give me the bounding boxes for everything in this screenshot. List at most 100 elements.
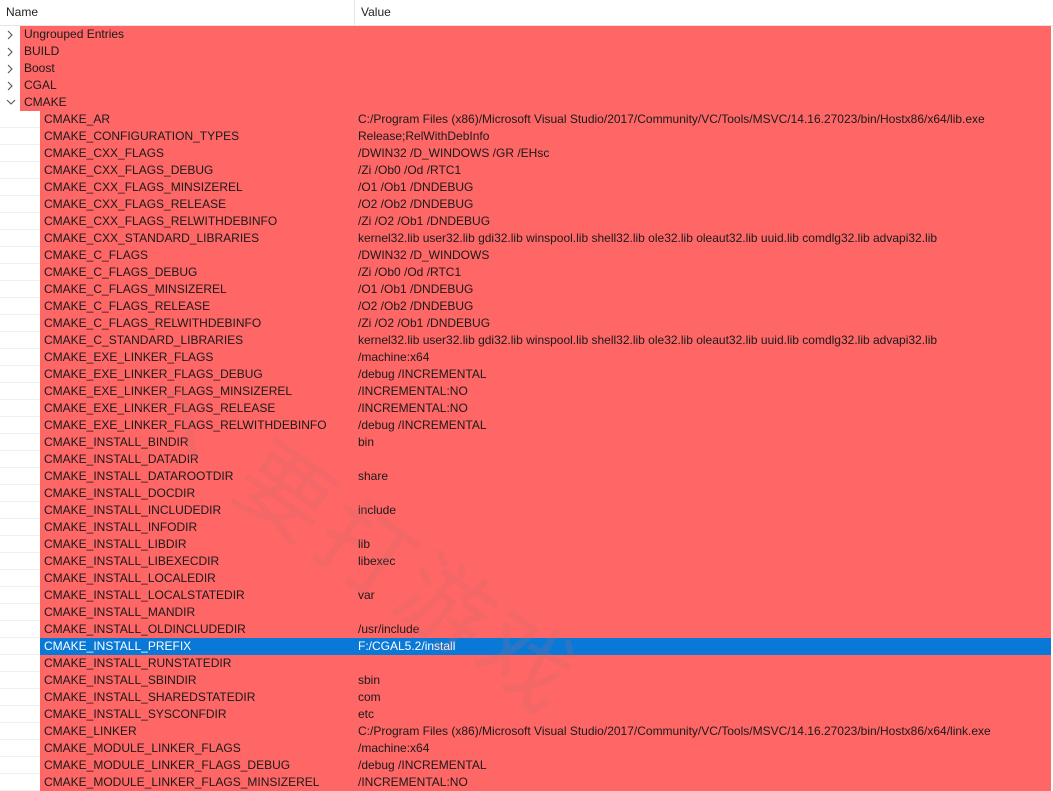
tree-entry-row[interactable]: CMAKE_C_FLAGS/DWIN32 /D_WINDOWS (0, 247, 1053, 264)
chevron-right-icon[interactable] (6, 43, 16, 60)
group-label: CMAKE (24, 95, 67, 109)
tree-entry-row[interactable]: CMAKE_CXX_FLAGS_RELWITHDEBINFO/Zi /O2 /O… (0, 213, 1053, 230)
entry-value[interactable]: /debug /INCREMENTAL (358, 366, 487, 383)
row-indent (0, 196, 40, 213)
entry-value[interactable]: /O1 /Ob1 /DNDEBUG (358, 179, 473, 196)
entry-value[interactable]: /O1 /Ob1 /DNDEBUG (358, 281, 473, 298)
entry-value[interactable]: /DWIN32 /D_WINDOWS /GR /EHsc (358, 145, 549, 162)
entry-value[interactable]: Release;RelWithDebInfo (358, 128, 489, 145)
tree-entry-row[interactable]: CMAKE_C_STANDARD_LIBRARIES kernel32.lib u… (0, 332, 1053, 349)
entry-value[interactable]: bin (358, 434, 374, 451)
tree-entry-row[interactable]: CMAKE_INSTALL_SHAREDSTATEDIR com (0, 689, 1053, 706)
row-indent (0, 553, 40, 570)
entry-value[interactable]: /INCREMENTAL:NO (358, 400, 468, 417)
tree-entry-row[interactable]: CMAKE_CXX_FLAGS_DEBUG/Zi /Ob0 /Od /RTC1 (0, 162, 1053, 179)
entry-value[interactable]: F:/CGAL5.2/install (358, 638, 455, 655)
entry-value[interactable]: /Zi /Ob0 /Od /RTC1 (358, 264, 461, 281)
entry-value[interactable]: /machine:x64 (358, 740, 429, 757)
tree-entry-row[interactable]: CMAKE_CXX_FLAGS_MINSIZEREL/O1 /Ob1 /DNDE… (0, 179, 1053, 196)
row-highlight (40, 536, 1051, 553)
entry-value[interactable]: /debug /INCREMENTAL (358, 757, 487, 774)
tree-entry-row[interactable]: CMAKE_INSTALL_DATAROOTDIR share (0, 468, 1053, 485)
entry-value[interactable]: com (358, 689, 381, 706)
tree-entry-row[interactable]: CMAKE_INSTALL_LOCALSTATEDIR var (0, 587, 1053, 604)
entry-value[interactable]: kernel32.lib user32.lib gdi32.lib winspo… (358, 332, 937, 349)
chevron-right-icon[interactable] (6, 26, 16, 43)
entry-value[interactable]: include (358, 502, 396, 519)
entry-name: CMAKE_INSTALL_BINDIR (44, 435, 189, 449)
entry-value[interactable]: C:/Program Files (x86)/Microsoft Visual … (358, 111, 985, 128)
chevron-right-icon[interactable] (6, 77, 16, 94)
entry-value[interactable]: kernel32.lib user32.lib gdi32.lib winspo… (358, 230, 937, 247)
tree-entry-row[interactable]: CMAKE_EXE_LINKER_FLAGS_RELEASE/INCREMENT… (0, 400, 1053, 417)
entry-value[interactable]: share (358, 468, 388, 485)
tree-group-row[interactable]: CMAKE (0, 94, 1053, 111)
tree-entry-row[interactable]: CMAKE_INSTALL_INFODIR (0, 519, 1053, 536)
tree-entry-row[interactable]: CMAKE_AR C:/Program Files (x86)/Microsoft… (0, 111, 1053, 128)
tree-entry-row[interactable]: CMAKE_INSTALL_INCLUDEDIR include (0, 502, 1053, 519)
tree-entry-row[interactable]: CMAKE_INSTALL_LOCALEDIR (0, 570, 1053, 587)
tree-entry-row[interactable]: CMAKE_MODULE_LINKER_FLAGS/machine:x64 (0, 740, 1053, 757)
tree-entry-row[interactable]: CMAKE_C_FLAGS_MINSIZEREL/O1 /Ob1 /DNDEBU… (0, 281, 1053, 298)
tree-group-row[interactable]: Ungrouped Entries (0, 26, 1053, 43)
tree-group-row[interactable]: CGAL (0, 77, 1053, 94)
tree-entry-row[interactable]: CMAKE_INSTALL_PREFIX F:/CGAL5.2/install (0, 638, 1053, 655)
tree-entry-row[interactable]: CMAKE_INSTALL_BINDIR bin (0, 434, 1053, 451)
entry-value[interactable]: /Zi /O2 /Ob1 /DNDEBUG (358, 213, 490, 230)
tree-entry-row[interactable]: CMAKE_CONFIGURATION_TYPES Release;RelWith… (0, 128, 1053, 145)
entry-value[interactable]: /INCREMENTAL:NO (358, 774, 468, 791)
tree-entry-row[interactable]: CMAKE_INSTALL_LIBDIR lib (0, 536, 1053, 553)
entry-value[interactable]: /Zi /Ob0 /Od /RTC1 (358, 162, 461, 179)
tree-entry-row[interactable]: CMAKE_EXE_LINKER_FLAGS_DEBUG/debug /INCR… (0, 366, 1053, 383)
entry-name: CMAKE_INSTALL_LOCALEDIR (44, 571, 216, 585)
tree-entry-row[interactable]: CMAKE_INSTALL_SBINDIR sbin (0, 672, 1053, 689)
entry-name: CMAKE_AR (44, 112, 111, 126)
tree-group-row[interactable]: Boost (0, 60, 1053, 77)
entry-name: CMAKE_EXE_LINKER_FLAGS (44, 350, 214, 364)
tree-entry-row[interactable]: CMAKE_C_FLAGS_RELEASE/O2 /Ob2 /DNDEBUG (0, 298, 1053, 315)
entry-value[interactable]: var (358, 587, 375, 604)
row-indent (0, 128, 40, 145)
tree-entry-row[interactable]: CMAKE_C_FLAGS_DEBUG/Zi /Ob0 /Od /RTC1 (0, 264, 1053, 281)
tree-entry-row[interactable]: CMAKE_LINKER C:/Program Files (x86)/Micro… (0, 723, 1053, 740)
value-column-header[interactable]: Value (355, 0, 1051, 25)
row-indent (0, 145, 40, 162)
tree-entry-row[interactable]: CMAKE_INSTALL_DATADIR (0, 451, 1053, 468)
tree-entry-row[interactable]: CMAKE_CXX_STANDARD_LIBRARIES kernel32.lib… (0, 230, 1053, 247)
chevron-right-icon[interactable] (6, 60, 16, 77)
tree-entry-row[interactable]: CMAKE_INSTALL_DOCDIR (0, 485, 1053, 502)
tree-group-row[interactable]: BUILD (0, 43, 1053, 60)
entry-value[interactable]: /O2 /Ob2 /DNDEBUG (358, 196, 473, 213)
tree-entry-row[interactable]: CMAKE_INSTALL_RUNSTATEDIR (0, 655, 1053, 672)
tree-entry-row[interactable]: CMAKE_C_FLAGS_RELWITHDEBINFO/Zi /O2 /Ob1… (0, 315, 1053, 332)
tree-entry-row[interactable]: CMAKE_CXX_FLAGS_RELEASE/O2 /Ob2 /DNDEBUG (0, 196, 1053, 213)
tree-entry-row[interactable]: CMAKE_INSTALL_OLDINCLUDEDIR/usr/include (0, 621, 1053, 638)
tree-entry-row[interactable]: CMAKE_EXE_LINKER_FLAGS/machine:x64 (0, 349, 1053, 366)
tree-entry-row[interactable]: CMAKE_EXE_LINKER_FLAGS_RELWITHDEBINFO/de… (0, 417, 1053, 434)
tree-entry-row[interactable]: CMAKE_MODULE_LINKER_FLAGS_MINSIZEREL/INC… (0, 774, 1053, 791)
entry-value[interactable]: /debug /INCREMENTAL (358, 417, 487, 434)
entry-value[interactable]: /DWIN32 /D_WINDOWS (358, 247, 489, 264)
name-column-header[interactable]: Name (0, 0, 355, 25)
entry-value[interactable]: etc (358, 706, 374, 723)
entry-value[interactable]: C:/Program Files (x86)/Microsoft Visual … (358, 723, 991, 740)
entry-value[interactable]: sbin (358, 672, 380, 689)
tree-entry-row[interactable]: CMAKE_INSTALL_LIBEXECDIR libexec (0, 553, 1053, 570)
entry-value[interactable]: /machine:x64 (358, 349, 429, 366)
tree-entry-row[interactable]: CMAKE_INSTALL_SYSCONFDIR etc (0, 706, 1053, 723)
row-highlight (40, 247, 1051, 264)
tree-entry-row[interactable]: CMAKE_EXE_LINKER_FLAGS_MINSIZEREL/INCREM… (0, 383, 1053, 400)
tree-entry-row[interactable]: CMAKE_MODULE_LINKER_FLAGS_DEBUG/debug /I… (0, 757, 1053, 774)
entry-name: CMAKE_CXX_FLAGS_RELWITHDEBINFO (44, 214, 278, 228)
chevron-down-icon[interactable] (6, 94, 16, 111)
group-label: CGAL (24, 78, 57, 92)
entry-value[interactable]: /INCREMENTAL:NO (358, 383, 468, 400)
entry-name: CMAKE_INSTALL_RUNSTATEDIR (44, 656, 232, 670)
tree-entry-row[interactable]: CMAKE_CXX_FLAGS/DWIN32 /D_WINDOWS /GR /E… (0, 145, 1053, 162)
entry-value[interactable]: libexec (358, 553, 395, 570)
entry-value[interactable]: /O2 /Ob2 /DNDEBUG (358, 298, 473, 315)
tree-entry-row[interactable]: CMAKE_INSTALL_MANDIR (0, 604, 1053, 621)
entry-value[interactable]: /Zi /O2 /Ob1 /DNDEBUG (358, 315, 490, 332)
entry-value[interactable]: lib (358, 536, 370, 553)
entry-value[interactable]: /usr/include (358, 621, 419, 638)
